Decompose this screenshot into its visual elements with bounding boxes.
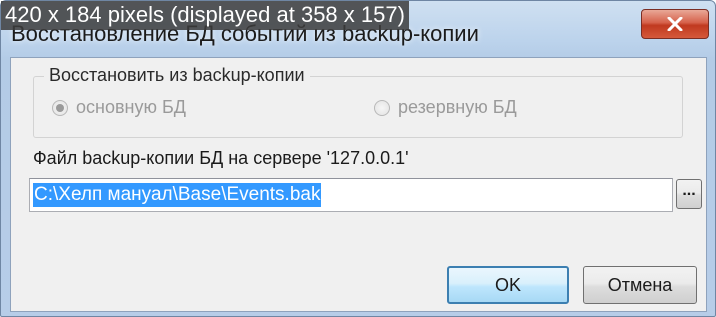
close-button[interactable]: [641, 9, 709, 39]
radio-selected-dot: [56, 103, 64, 112]
radio-backup-db-indicator[interactable]: [374, 99, 390, 116]
image-size-overlay: 420 x 184 pixels (displayed at 358 x 157…: [1, 1, 409, 30]
radio-main-db[interactable]: основную БД: [52, 97, 186, 118]
dialog-body: Восстановить из backup-копии основную БД…: [10, 57, 707, 312]
restore-source-legend: Восстановить из backup-копии: [44, 65, 310, 86]
ok-button[interactable]: OK: [447, 266, 569, 304]
backup-path-input[interactable]: C:\Хелп мануал\Base\Events.bak: [29, 178, 673, 212]
radio-main-db-indicator[interactable]: [52, 99, 68, 116]
restore-source-group: Восстановить из backup-копии основную БД…: [33, 65, 683, 138]
radio-backup-db-label: резервную БД: [398, 97, 517, 117]
backup-path-value: C:\Хелп мануал\Base\Events.bak: [33, 183, 322, 207]
radio-backup-db[interactable]: резервную БД: [374, 97, 517, 118]
backup-file-label: Файл backup-копии БД на сервере '127.0.0…: [33, 148, 409, 168]
browse-button[interactable]: ...: [676, 179, 702, 209]
close-icon: [667, 17, 683, 31]
radio-main-db-label: основную БД: [76, 97, 186, 117]
cancel-button[interactable]: Отмена: [583, 266, 697, 304]
dialog-window: Восстановление БД событий из backup-копи…: [0, 0, 716, 317]
title-bar[interactable]: Восстановление БД событий из backup-копи…: [1, 1, 715, 53]
